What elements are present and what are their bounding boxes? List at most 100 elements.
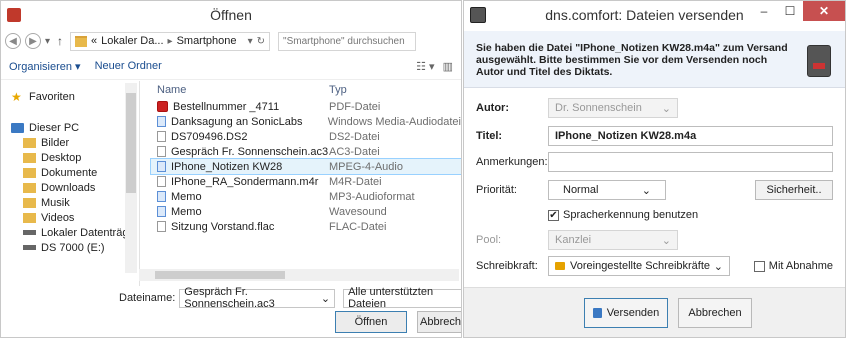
- drive-icon: [23, 230, 36, 235]
- cancel-button[interactable]: Abbrech: [417, 311, 461, 333]
- breadcrumb-overflow[interactable]: «: [91, 35, 97, 47]
- file-name-cell: Danksagung an SonicLabs: [151, 116, 328, 128]
- organize-menu[interactable]: Organisieren ▾: [9, 60, 81, 73]
- file-type-filter[interactable]: Alle unterstützten Dateien: [343, 286, 461, 310]
- file-row[interactable]: Danksagung an SonicLabs Windows Media-Aud…: [151, 114, 461, 129]
- folder-icon: [23, 137, 36, 148]
- nav-item[interactable]: Musik: [1, 195, 139, 210]
- audio-icon: [157, 206, 166, 217]
- new-folder-button[interactable]: Neuer Ordner: [95, 60, 162, 72]
- column-type[interactable]: Typ: [329, 84, 347, 96]
- file-icon: [157, 176, 166, 187]
- breadcrumb-separator-icon: ▸: [167, 35, 173, 47]
- acceptance-option[interactable]: Mit Abnahme: [753, 260, 833, 272]
- chevron-down-icon: ⌄: [641, 184, 651, 197]
- nav-favorites[interactable]: ★ Favoriten: [1, 89, 139, 104]
- nav-this-pc[interactable]: Dieser PC: [1, 120, 139, 135]
- file-type: MP3-Audioformat: [329, 190, 415, 203]
- remarks-row: Anmerkungen:: [476, 151, 833, 173]
- chevron-down-icon[interactable]: ⌄: [321, 292, 330, 305]
- chevron-down-icon: ⌄: [661, 234, 671, 247]
- priority-row: Priorität: Normal ⌄ Sicherheit..: [476, 179, 833, 201]
- nav-item-label: DS 7000 (E:): [41, 241, 105, 254]
- nav-item[interactable]: Lokaler Datenträg: [1, 225, 139, 240]
- send-button[interactable]: Versenden: [584, 298, 668, 328]
- nav-item-label: Musik: [41, 196, 70, 209]
- back-icon[interactable]: ◀: [5, 33, 21, 49]
- file-list-header: Name Typ: [151, 81, 461, 99]
- file-type: FLAC-Datei: [329, 220, 387, 233]
- filename-value: Gespräch Fr. Sonnenschein.ac3: [184, 286, 275, 310]
- file-row[interactable]: Bestellnummer _4711 PDF-Datei: [151, 99, 461, 114]
- nav-scrollbar-thumb[interactable]: [126, 93, 136, 193]
- nav-item[interactable]: Bilder: [1, 135, 139, 150]
- typist-row: Schreibkraft: Voreingestellte Schreibkrä…: [476, 255, 833, 277]
- folder-icon: [23, 182, 36, 193]
- pool-select[interactable]: Kanzlei ⌄: [548, 230, 678, 250]
- address-bar[interactable]: « Lokaler Da... ▸ Smartphone ▾ ↻: [70, 31, 271, 51]
- filename-input[interactable]: Gespräch Fr. Sonnenschein.ac3 ⌄: [179, 286, 336, 310]
- acceptance-label[interactable]: Mit Abnahme: [769, 260, 833, 272]
- open-button[interactable]: Öffnen: [335, 311, 407, 333]
- nav-item[interactable]: Downloads: [1, 180, 139, 195]
- acceptance-checkbox[interactable]: [753, 260, 765, 272]
- title-input[interactable]: IPhone_Notizen KW28.m4a: [548, 126, 833, 146]
- cancel-send-button[interactable]: Abbrechen: [678, 298, 752, 328]
- file-type: AC3-Datei: [329, 145, 380, 158]
- nav-item-label: Downloads: [41, 181, 96, 194]
- banner-text: Sie haben die Datei "IPhone_Notizen KW28…: [476, 42, 788, 78]
- send-icon: [592, 308, 602, 318]
- file-name: Memo: [171, 190, 202, 203]
- open-dialog-buttons: Öffnen Abbrech: [335, 311, 461, 333]
- file-list-scrollbar[interactable]: [139, 269, 459, 281]
- nav-item[interactable]: DS 7000 (E:): [1, 240, 139, 255]
- file-name: IPhone_Notizen KW28: [171, 160, 283, 173]
- search-input[interactable]: "Smartphone" durchsuchen: [278, 31, 417, 51]
- speech-recognition-label[interactable]: Spracherkennung benutzen: [563, 209, 698, 221]
- file-icon: [157, 146, 166, 157]
- author-select[interactable]: Dr. Sonnenschein ⌄: [548, 98, 678, 118]
- file-name: Bestellnummer _4711: [173, 100, 280, 113]
- security-button[interactable]: Sicherheit..: [755, 180, 833, 200]
- send-dialog-footer: Versenden Abbrechen: [464, 287, 845, 337]
- preview-pane-icon[interactable]: ▥: [443, 60, 453, 73]
- nav-scrollbar[interactable]: [125, 83, 137, 273]
- minimize-icon[interactable]: –: [751, 1, 777, 21]
- audio-icon: [157, 161, 166, 172]
- filter-value: Alle unterstützten Dateien: [348, 286, 434, 310]
- file-row[interactable]: Gespräch Fr. Sonnenschein.ac3 AC3-Datei: [151, 144, 461, 159]
- file-type: DS2-Datei: [329, 130, 380, 143]
- maximize-icon[interactable]: ☐: [777, 1, 803, 21]
- nav-item[interactable]: Dokumente: [1, 165, 139, 180]
- file-row[interactable]: IPhone_Notizen KW28 MPEG-4-Audio: [150, 158, 461, 175]
- priority-select[interactable]: Normal ⌄: [548, 180, 666, 200]
- view-controls: ☷ ▾ ▥: [416, 60, 453, 73]
- remarks-input[interactable]: [548, 152, 833, 172]
- view-options-icon[interactable]: ☷ ▾: [416, 60, 434, 73]
- file-row[interactable]: Sitzung Vorstand.flac FLAC-Datei: [151, 219, 461, 234]
- recent-locations-icon[interactable]: ▾: [45, 36, 50, 47]
- file-list-scrollbar-thumb[interactable]: [155, 271, 285, 279]
- address-row: ◀ ▶ ▾ ↑ « Lokaler Da... ▸ Smartphone ▾ ↻…: [1, 29, 461, 53]
- file-row[interactable]: Memo MP3-Audioformat: [151, 189, 461, 204]
- breadcrumb-lokaler-da[interactable]: Lokaler Da...: [101, 35, 163, 47]
- refresh-icon[interactable]: ↻: [257, 36, 265, 47]
- column-name[interactable]: Name: [151, 84, 329, 96]
- breadcrumb-smartphone[interactable]: Smartphone: [177, 35, 237, 47]
- send-files-dialog: dns.comfort: Dateien versenden – ☐ ✕ Sie…: [463, 0, 846, 338]
- dictation-app-icon: [470, 7, 486, 23]
- nav-item-label: Videos: [41, 211, 75, 224]
- nav-item[interactable]: Desktop: [1, 150, 139, 165]
- author-row: Autor: Dr. Sonnenschein ⌄: [476, 97, 833, 119]
- up-arrow-icon[interactable]: ↑: [54, 34, 66, 48]
- folder-icon: [23, 152, 36, 163]
- forward-icon[interactable]: ▶: [25, 33, 41, 49]
- typist-select[interactable]: Voreingestellte Schreibkräfte ⌄: [548, 256, 730, 276]
- address-dropdown-icon[interactable]: ▾: [248, 36, 253, 47]
- nav-item[interactable]: Videos: [1, 210, 139, 225]
- file-row[interactable]: IPhone_RA_Sondermann.m4r M4R-Datei: [151, 174, 461, 189]
- speech-recognition-checkbox[interactable]: ✔: [548, 209, 559, 221]
- file-row[interactable]: Memo Wavesound: [151, 204, 461, 219]
- file-row[interactable]: DS709496.DS2 DS2-Datei: [151, 129, 461, 144]
- close-icon[interactable]: ✕: [803, 1, 845, 21]
